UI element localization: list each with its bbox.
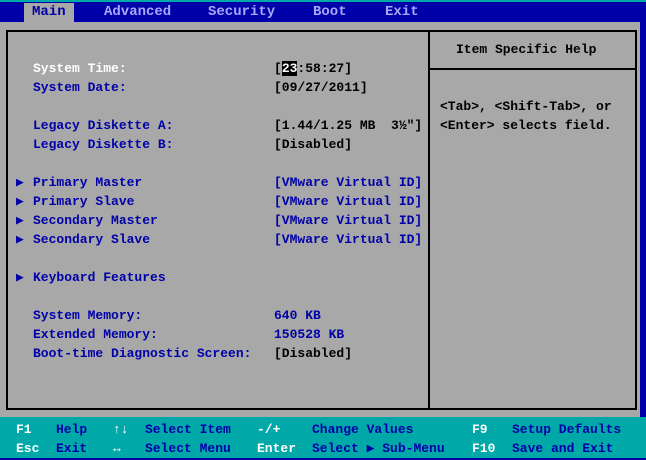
key-f1-desc: Help <box>56 422 88 437</box>
key-plusminus: -/+ <box>257 422 281 437</box>
key-esc: Esc <box>16 441 40 456</box>
tab-advanced[interactable]: Advanced <box>104 3 171 22</box>
primary-slave-label[interactable]: Primary Slave <box>33 192 134 211</box>
diskette-a-label[interactable]: Legacy Diskette A: <box>33 116 173 135</box>
system-date-value[interactable]: [09/27/2011] <box>274 78 368 97</box>
right-border <box>640 22 646 417</box>
primary-master-value: [VMware Virtual ID] <box>274 175 423 190</box>
key-enter-desc: Select ▶ Sub-Menu <box>312 441 445 456</box>
key-leftright: ↔ <box>113 441 121 456</box>
boot-diagnostic-value[interactable]: [Disabled] <box>274 344 352 363</box>
secondary-slave-value: [VMware Virtual ID] <box>274 232 423 247</box>
diskette-a-value[interactable]: [1.44/1.25 MB 3½"] <box>274 116 422 135</box>
key-plusminus-desc: Change Values <box>312 422 414 437</box>
primary-slave-value: [VMware Virtual ID] <box>274 194 423 209</box>
help-text-line2: <Enter> selects field. <box>440 118 612 133</box>
system-time-label[interactable]: System Time: <box>33 59 127 78</box>
key-leftright-desc: Select Menu <box>145 441 231 456</box>
key-esc-desc: Exit <box>56 441 88 456</box>
help-title: Item Specific Help <box>456 42 597 57</box>
bracket: [ <box>274 61 282 76</box>
tab-security[interactable]: Security <box>208 3 275 22</box>
key-enter: Enter <box>257 441 297 456</box>
key-f9-desc: Setup Defaults <box>512 422 622 437</box>
primary-master-label[interactable]: Primary Master <box>33 173 142 192</box>
secondary-master-label[interactable]: Secondary Master <box>33 211 158 230</box>
keyboard-features-label[interactable]: Keyboard Features <box>33 268 166 287</box>
extended-memory-label: Extended Memory: <box>33 327 158 342</box>
time-rest: :58:27] <box>297 61 353 76</box>
secondary-master-value: [VMware Virtual ID] <box>274 213 423 228</box>
tab-boot[interactable]: Boot <box>313 3 347 22</box>
submenu-arrow-icon: ▶ <box>16 175 24 190</box>
tab-exit[interactable]: Exit <box>385 3 419 22</box>
submenu-arrow-icon: ▶ <box>16 194 24 209</box>
help-text-line1: <Tab>, <Shift-Tab>, or <box>440 99 612 114</box>
key-updown: ↑↓ <box>113 422 129 437</box>
diskette-b-value[interactable]: [Disabled] <box>274 135 352 154</box>
system-time-field[interactable]: [23:58:27] <box>274 59 352 78</box>
help-header-divider <box>430 68 637 70</box>
help-divider <box>428 30 430 410</box>
key-f1: F1 <box>16 422 32 437</box>
key-f10: F10 <box>472 441 496 456</box>
system-memory-label: System Memory: <box>33 308 143 323</box>
key-f10-desc: Save and Exit <box>512 441 614 456</box>
system-memory-value: 640 KB <box>274 308 321 323</box>
submenu-arrow-icon: ▶ <box>16 232 24 247</box>
tab-main[interactable]: Main <box>24 3 74 22</box>
secondary-slave-label[interactable]: Secondary Slave <box>33 230 150 249</box>
submenu-arrow-icon: ▶ <box>16 270 24 285</box>
extended-memory-value: 150528 KB <box>274 327 345 342</box>
system-date-label[interactable]: System Date: <box>33 78 127 97</box>
submenu-arrow-icon: ▶ <box>16 213 24 228</box>
key-updown-desc: Select Item <box>145 422 231 437</box>
diskette-b-label[interactable]: Legacy Diskette B: <box>33 135 173 154</box>
boot-diagnostic-label[interactable]: Boot-time Diagnostic Screen: <box>33 344 251 363</box>
hour-cursor[interactable]: 23 <box>281 61 298 76</box>
key-f9: F9 <box>472 422 488 437</box>
